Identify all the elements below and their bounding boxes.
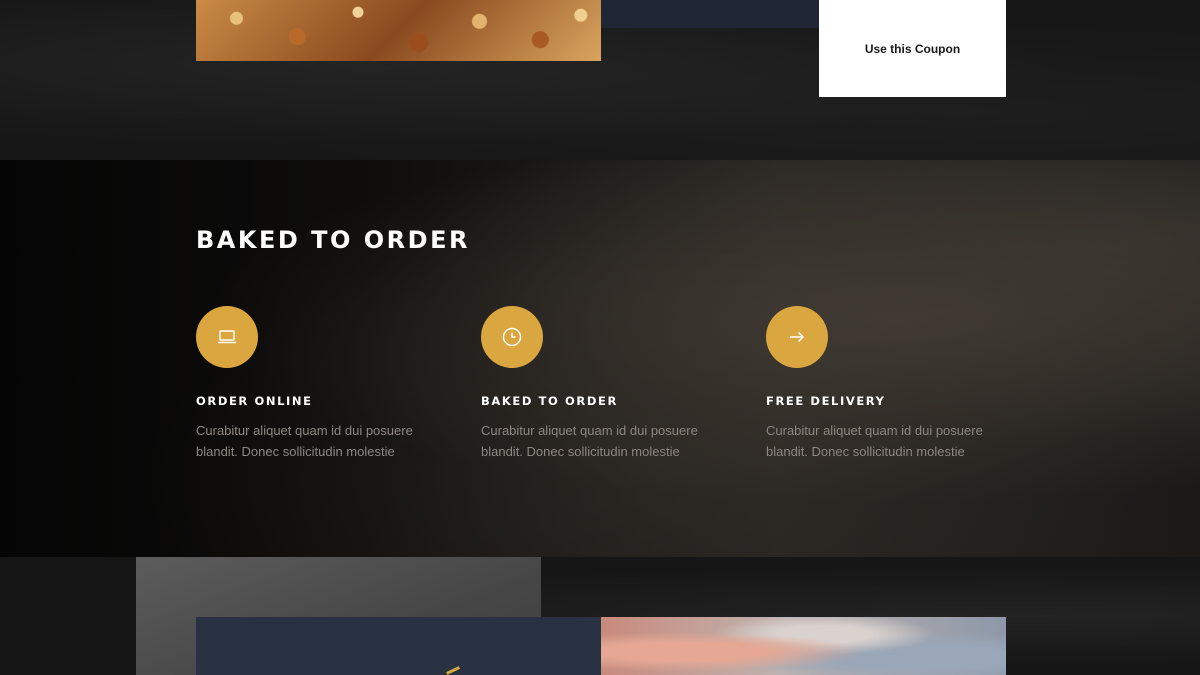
pizza-image	[196, 0, 601, 61]
gold-decoration	[446, 666, 460, 675]
feature-free-delivery: FREE DELIVERY Curabitur aliquet quam id …	[766, 306, 1006, 462]
feature-text: Curabitur aliquet quam id dui posuere bl…	[196, 423, 413, 459]
feature-icon-circle	[196, 306, 258, 368]
features-section: BAKED TO ORDER ORDER ONLINE Curabitur al…	[0, 160, 1200, 557]
feature-title: ORDER ONLINE	[196, 394, 313, 408]
section-heading: BAKED TO ORDER	[196, 226, 470, 254]
laptop-icon	[218, 330, 236, 344]
feature-icon-circle	[766, 306, 828, 368]
use-coupon-button[interactable]: Use this Coupon	[857, 36, 968, 62]
coupon-info-block	[601, 0, 819, 28]
coupon-card: Use this Coupon	[819, 0, 1006, 97]
arrow-right-icon	[790, 331, 805, 343]
feature-text: Curabitur aliquet quam id dui posuere bl…	[766, 423, 983, 459]
photo-image	[601, 617, 1006, 675]
clock-icon	[502, 327, 522, 347]
feature-title: FREE DELIVERY	[766, 394, 886, 408]
feature-order-online: ORDER ONLINE Curabitur aliquet quam id d…	[196, 306, 436, 462]
next-section	[0, 557, 1200, 675]
feature-icon-circle	[481, 306, 543, 368]
feature-text: Curabitur aliquet quam id dui posuere bl…	[481, 423, 698, 459]
coupon-section: Use this Coupon	[0, 0, 1200, 160]
feature-baked-to-order: BAKED TO ORDER Curabitur aliquet quam id…	[481, 306, 721, 462]
feature-title: BAKED TO ORDER	[481, 394, 618, 408]
promo-card	[196, 617, 601, 675]
